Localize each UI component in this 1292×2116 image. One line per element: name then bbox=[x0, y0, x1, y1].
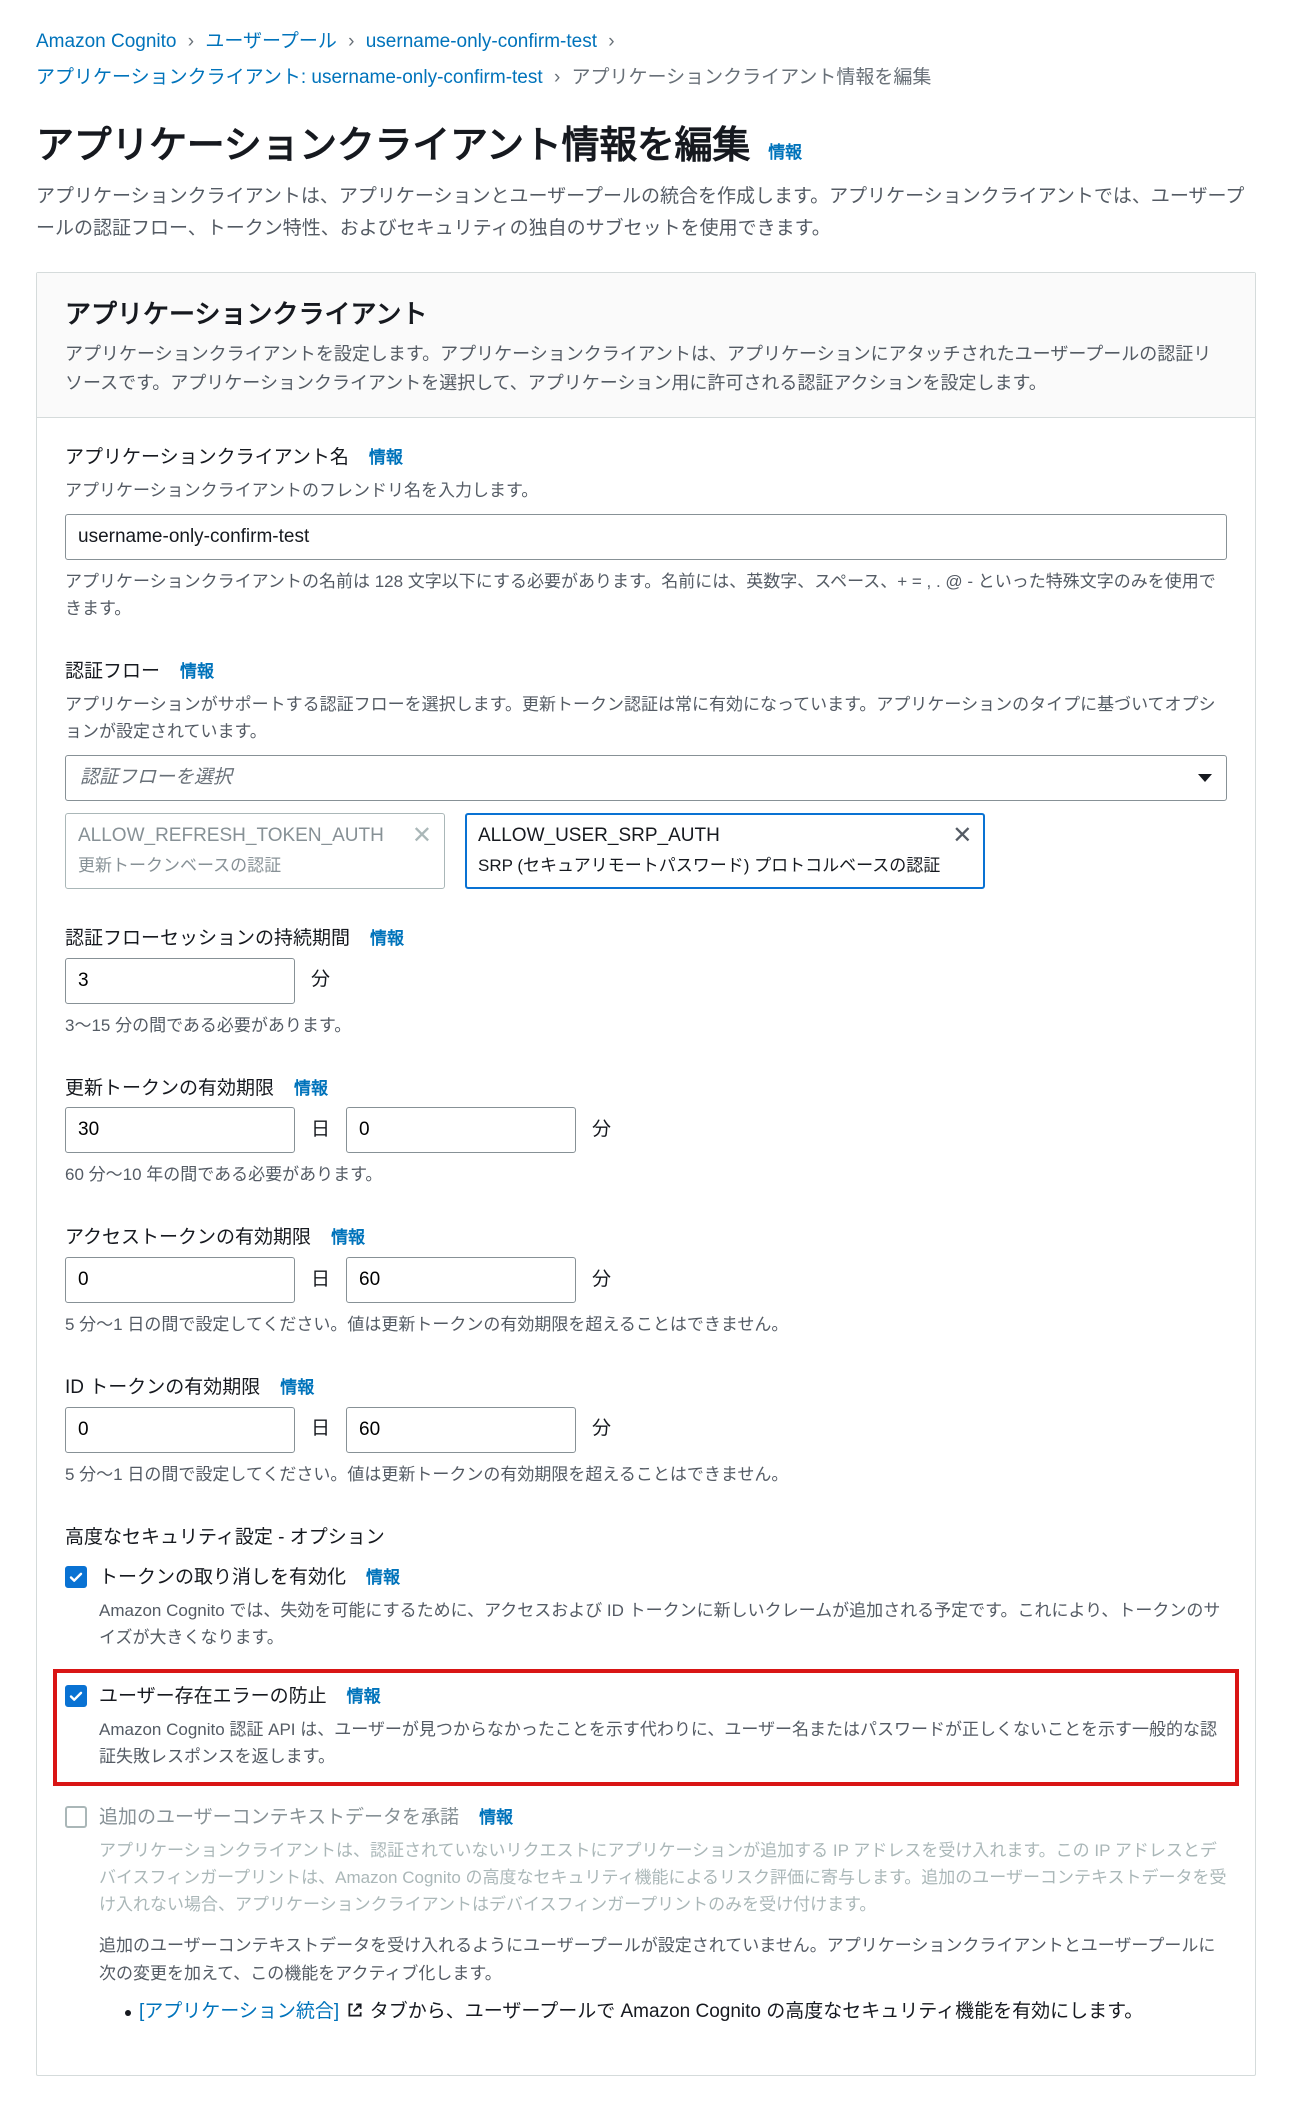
label-auth-flows: 認証フロー bbox=[65, 658, 160, 687]
label-app-client-name: アプリケーションクライアント名 bbox=[65, 444, 349, 473]
unit-days: 日 bbox=[311, 1266, 330, 1295]
checkbox-user-context bbox=[65, 1806, 87, 1828]
close-icon[interactable]: ✕ bbox=[952, 822, 972, 848]
chip-subtitle: 更新トークンベースの認証 bbox=[78, 853, 384, 879]
bullet-rest: タブから、ユーザープールで Amazon Cognito の高度なセキュリティ機… bbox=[370, 2001, 1143, 2022]
check-icon bbox=[68, 1569, 84, 1585]
info-link[interactable]: 情報 bbox=[366, 1565, 400, 1591]
field-app-client-name: アプリケーションクライアント名 情報 アプリケーションクライアントのフレンドリ名… bbox=[65, 444, 1227, 622]
input-id-days[interactable] bbox=[65, 1407, 295, 1453]
page-title: アプリケーションクライアント情報を編集 情報 bbox=[36, 118, 1256, 175]
breadcrumb-link-pool[interactable]: username-only-confirm-test bbox=[366, 31, 597, 52]
checkbox-prevent-user-existence[interactable] bbox=[65, 1685, 87, 1707]
info-link[interactable]: 情報 bbox=[347, 1684, 381, 1710]
input-refresh-days[interactable] bbox=[65, 1107, 295, 1153]
panel-title: アプリケーションクライアント bbox=[65, 295, 1227, 334]
input-app-client-name[interactable] bbox=[65, 514, 1227, 560]
input-id-minutes[interactable] bbox=[346, 1407, 576, 1453]
info-link[interactable]: 情報 bbox=[369, 445, 403, 471]
external-link-icon bbox=[346, 2001, 364, 2019]
check-user-context: 追加のユーザーコンテキストデータを承諾 情報 アプリケーションクライアントは、認… bbox=[65, 1804, 1227, 2027]
label-user-context: 追加のユーザーコンテキストデータを承諾 bbox=[99, 1804, 459, 1833]
breadcrumb-current: アプリケーションクライアント情報を編集 bbox=[572, 67, 932, 88]
info-link[interactable]: 情報 bbox=[479, 1805, 513, 1831]
bullet-user-context: [アプリケーション統合] タブから、ユーザープールで Amazon Cognit… bbox=[99, 1998, 1227, 2027]
checkbox-revoke-token[interactable] bbox=[65, 1566, 87, 1588]
label-id-token: ID トークンの有効期限 bbox=[65, 1374, 260, 1403]
desc-user-context: アプリケーションクライアントは、認証されていないリクエストにアプリケーションが追… bbox=[99, 1837, 1227, 1919]
label-prevent-user-existence: ユーザー存在エラーの防止 bbox=[99, 1683, 327, 1712]
chip-title: ALLOW_REFRESH_TOKEN_AUTH bbox=[78, 822, 384, 851]
field-refresh-token: 更新トークンの有効期限 情報 日 分 60 分〜10 年の間である必要があります… bbox=[65, 1075, 1227, 1189]
bullet-icon bbox=[125, 2010, 131, 2016]
unit-days: 日 bbox=[311, 1116, 330, 1145]
chip-subtitle: SRP (セキュアリモートパスワード) プロトコルベースの認証 bbox=[478, 853, 940, 879]
unit-minutes: 分 bbox=[592, 1266, 611, 1295]
breadcrumb-link-appclient[interactable]: アプリケーションクライアント: username-only-confirm-te… bbox=[36, 67, 543, 88]
field-auth-flows: 認証フロー 情報 アプリケーションがサポートする認証フローを選択します。更新トー… bbox=[65, 658, 1227, 889]
select-placeholder: 認証フローを選択 bbox=[80, 764, 232, 793]
chevron-right-icon: › bbox=[348, 24, 354, 60]
chevron-right-icon: › bbox=[608, 24, 614, 60]
chevron-right-icon: › bbox=[188, 24, 194, 60]
select-auth-flows[interactable]: 認証フローを選択 bbox=[65, 755, 1227, 801]
chevron-down-icon bbox=[1198, 774, 1212, 782]
field-id-token: ID トークンの有効期限 情報 日 分 5 分〜1 日の間で設定してください。値… bbox=[65, 1374, 1227, 1488]
check-revoke-token: トークンの取り消しを有効化 情報 Amazon Cognito では、失効を可能… bbox=[65, 1564, 1227, 1651]
app-client-panel: アプリケーションクライアント アプリケーションクライアントを設定します。アプリケ… bbox=[36, 272, 1256, 2076]
unit-minutes: 分 bbox=[592, 1116, 611, 1145]
label-revoke-token: トークンの取り消しを有効化 bbox=[99, 1564, 346, 1593]
chevron-right-icon: › bbox=[554, 60, 560, 96]
help-app-client-name: アプリケーションクライアントのフレンドリ名を入力します。 bbox=[65, 477, 1227, 504]
label-session-duration: 認証フローセッションの持続期間 bbox=[65, 925, 350, 954]
breadcrumb-link-userpools[interactable]: ユーザープール bbox=[205, 31, 336, 52]
panel-header: アプリケーションクライアント アプリケーションクライアントを設定します。アプリケ… bbox=[37, 273, 1255, 418]
chip-title: ALLOW_USER_SRP_AUTH bbox=[478, 822, 940, 851]
field-session-duration: 認証フローセッションの持続期間 情報 分 3〜15 分の間である必要があります。 bbox=[65, 925, 1227, 1039]
highlight-prevent-user-existence: ユーザー存在エラーの防止 情報 Amazon Cognito 認証 API は、… bbox=[53, 1669, 1239, 1786]
page-title-text: アプリケーションクライアント情報を編集 bbox=[36, 125, 750, 167]
chip-refresh-token-auth: ALLOW_REFRESH_TOKEN_AUTH 更新トークンベースの認証 ✕ bbox=[65, 813, 445, 889]
unit-minutes: 分 bbox=[592, 1415, 611, 1444]
breadcrumb-link-cognito[interactable]: Amazon Cognito bbox=[36, 31, 176, 52]
page-description: アプリケーションクライアントは、アプリケーションとユーザープールの統合を作成しま… bbox=[36, 181, 1256, 246]
label-access-token: アクセストークンの有効期限 bbox=[65, 1224, 311, 1253]
info-link[interactable]: 情報 bbox=[331, 1225, 365, 1251]
constraint-access: 5 分〜1 日の間で設定してください。値は更新トークンの有効期限を超えることはで… bbox=[65, 1311, 1227, 1338]
input-session-minutes[interactable] bbox=[65, 958, 295, 1004]
label-refresh-token: 更新トークンの有効期限 bbox=[65, 1075, 274, 1104]
info-link[interactable]: 情報 bbox=[768, 143, 801, 162]
info-link[interactable]: 情報 bbox=[294, 1076, 328, 1102]
panel-description: アプリケーションクライアントを設定します。アプリケーションクライアントは、アプリ… bbox=[65, 340, 1227, 399]
check-icon bbox=[68, 1688, 84, 1704]
constraint-app-client-name: アプリケーションクライアントの名前は 128 文字以下にする必要があります。名前… bbox=[65, 568, 1227, 622]
constraint-id: 5 分〜1 日の間で設定してください。値は更新トークンの有効期限を超えることはで… bbox=[65, 1461, 1227, 1488]
desc-prevent-user-existence: Amazon Cognito 認証 API は、ユーザーが見つからなかったことを… bbox=[99, 1716, 1227, 1770]
note-user-context: 追加のユーザーコンテキストデータを受け入れるようにユーザープールが設定されていま… bbox=[99, 1932, 1227, 1988]
panel-body: アプリケーションクライアント名 情報 アプリケーションクライアントのフレンドリ名… bbox=[37, 418, 1255, 2075]
help-auth-flows: アプリケーションがサポートする認証フローを選択します。更新トークン認証は常に有効… bbox=[65, 691, 1227, 745]
advanced-security-heading: 高度なセキュリティ設定 - オプション bbox=[65, 1524, 1227, 1553]
info-link[interactable]: 情報 bbox=[180, 659, 214, 685]
info-link[interactable]: 情報 bbox=[370, 926, 404, 952]
field-access-token: アクセストークンの有効期限 情報 日 分 5 分〜1 日の間で設定してください。… bbox=[65, 1224, 1227, 1338]
info-link[interactable]: 情報 bbox=[280, 1375, 314, 1401]
breadcrumb: Amazon Cognito › ユーザープール › username-only… bbox=[36, 24, 1256, 96]
unit-minutes: 分 bbox=[311, 966, 330, 995]
unit-days: 日 bbox=[311, 1415, 330, 1444]
close-icon: ✕ bbox=[412, 822, 432, 848]
desc-revoke-token: Amazon Cognito では、失効を可能にするために、アクセスおよび ID… bbox=[99, 1597, 1227, 1651]
constraint-session: 3〜15 分の間である必要があります。 bbox=[65, 1012, 1227, 1039]
input-access-minutes[interactable] bbox=[346, 1257, 576, 1303]
constraint-refresh: 60 分〜10 年の間である必要があります。 bbox=[65, 1161, 1227, 1188]
link-app-integration[interactable]: [アプリケーション統合] bbox=[139, 2001, 339, 2022]
input-access-days[interactable] bbox=[65, 1257, 295, 1303]
input-refresh-minutes[interactable] bbox=[346, 1107, 576, 1153]
chip-user-srp-auth: ALLOW_USER_SRP_AUTH SRP (セキュアリモートパスワード) … bbox=[465, 813, 985, 889]
